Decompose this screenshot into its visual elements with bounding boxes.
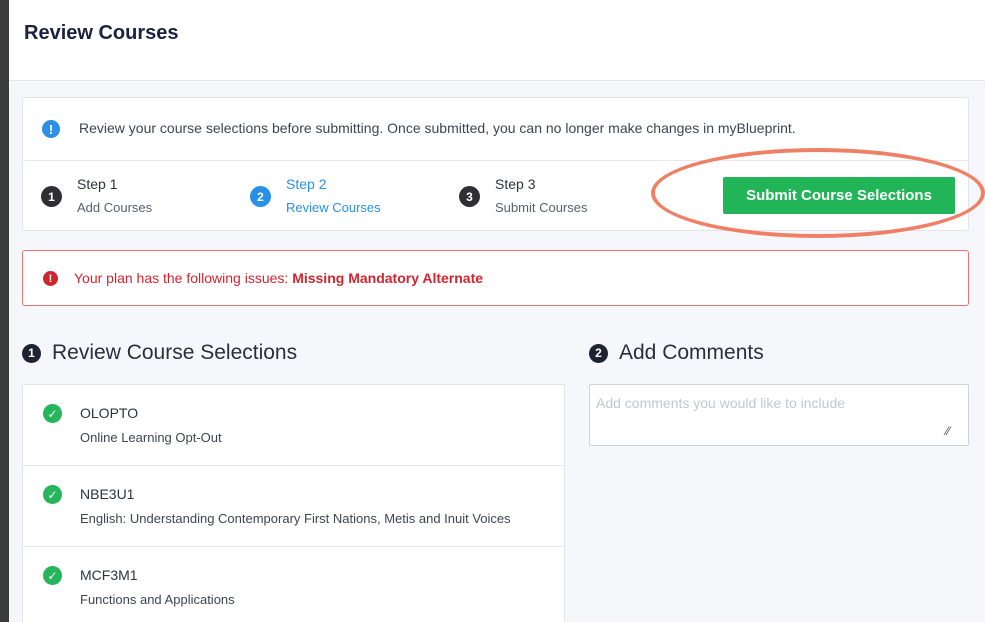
- check-circle-icon: ✓: [43, 404, 62, 423]
- alert-issue: Missing Mandatory Alternate: [292, 270, 484, 286]
- check-circle-icon: ✓: [43, 485, 62, 504]
- step-label: Step 2: [286, 176, 327, 192]
- steps-card: ! Review your course selections before s…: [22, 97, 969, 231]
- info-icon: !: [42, 120, 60, 138]
- review-section-label: Review Course Selections: [52, 341, 298, 364]
- alert-text: Your plan has the following issues: Miss…: [74, 270, 483, 286]
- page-header: Review Courses: [9, 0, 985, 81]
- comments-textarea[interactable]: [589, 384, 969, 446]
- comments-section-label: Add Comments: [619, 341, 764, 364]
- exclamation-circle-icon: !: [43, 271, 58, 286]
- comments-section-title: 2 Add Comments: [589, 341, 764, 365]
- page-title: Review Courses: [24, 22, 179, 44]
- check-circle-icon: ✓: [43, 566, 62, 585]
- course-item: ✓ MCF3M1 Functions and Applications: [23, 547, 564, 622]
- course-item: ✓ NBE3U1 English: Understanding Contempo…: [23, 466, 564, 547]
- step-label: Step 1: [77, 176, 118, 192]
- step-number: 2: [250, 186, 271, 207]
- course-item: ✓ OLOPTO Online Learning Opt-Out: [23, 385, 564, 466]
- course-list: ✓ OLOPTO Online Learning Opt-Out ✓ NBE3U…: [22, 384, 565, 622]
- section-number: 1: [22, 343, 41, 363]
- step-sublabel: Review Courses: [286, 200, 381, 215]
- course-code: NBE3U1: [80, 486, 135, 502]
- course-code: OLOPTO: [80, 405, 139, 421]
- step-number: 3: [459, 186, 480, 207]
- step-sublabel: Add Courses: [77, 200, 153, 215]
- resize-handle-icon[interactable]: ⁄⁄: [946, 424, 950, 438]
- course-name: Functions and Applications: [80, 592, 235, 607]
- step-sublabel: Submit Courses: [495, 200, 588, 215]
- app-frame: Review Courses ! Review your course sele…: [9, 0, 985, 622]
- issues-alert: ! Your plan has the following issues: Mi…: [22, 250, 969, 306]
- alert-prefix: Your plan has the following issues:: [74, 270, 293, 286]
- section-number: 2: [589, 343, 608, 363]
- course-name: English: Understanding Contemporary Firs…: [80, 511, 511, 526]
- review-section-title: 1 Review Course Selections: [22, 341, 297, 365]
- step-number: 1: [41, 186, 62, 207]
- course-name: Online Learning Opt-Out: [80, 430, 222, 445]
- step-label: Step 3: [495, 176, 536, 192]
- submit-course-selections-button[interactable]: Submit Course Selections: [723, 177, 955, 214]
- notice-row: ! Review your course selections before s…: [23, 98, 968, 161]
- notice-text: Review your course selections before sub…: [79, 120, 796, 136]
- course-code: MCF3M1: [80, 567, 138, 583]
